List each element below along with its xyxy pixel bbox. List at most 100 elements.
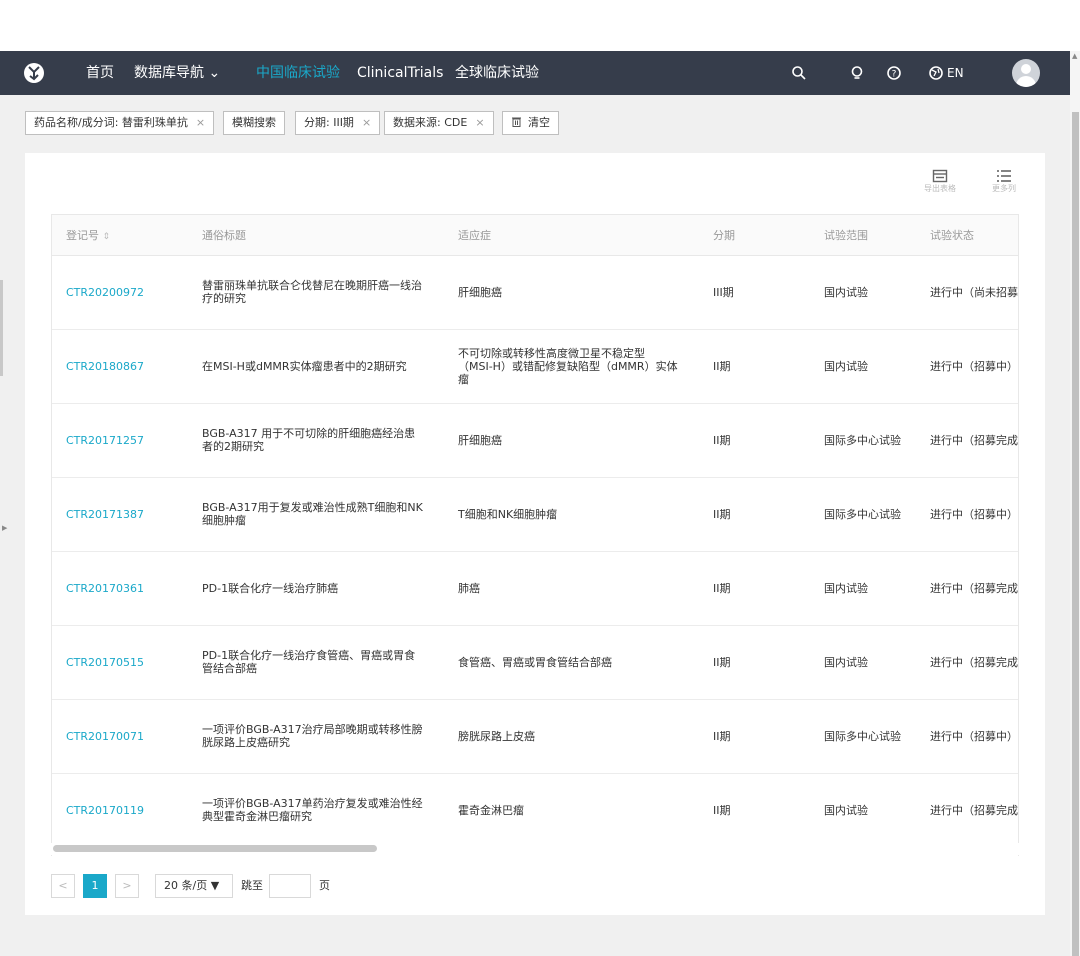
page-scrollbar-thumb[interactable] xyxy=(1072,112,1079,956)
trial-phase: II期 xyxy=(699,477,810,552)
side-panel-handle[interactable] xyxy=(0,280,3,376)
trial-title: 在MSI-H或dMMR实体瘤患者中的2期研究 xyxy=(188,329,444,404)
table-row[interactable]: CTR20170071 一项评价BGB-A317治疗局部晚期或转移性膀胱尿路上皮… xyxy=(52,699,1018,774)
trial-id-link[interactable]: CTR20170515 xyxy=(52,625,188,700)
table-header-row: 登记号 ⇕ 通俗标题 适应症 分期 试验范围 试验状态 xyxy=(52,215,1018,256)
expand-arrow-icon[interactable]: ▶ xyxy=(2,524,7,532)
table-row[interactable]: CTR20170361 PD-1联合化疗一线治疗肺癌 肺癌 II期 国内试验 进… xyxy=(52,551,1018,626)
table-horizontal-scrollbar[interactable] xyxy=(51,843,1019,855)
nav-clinicaltrials[interactable]: ClinicalTrials xyxy=(357,64,443,82)
remove-filter-icon[interactable]: × xyxy=(196,116,205,129)
fuzzy-search-chip[interactable]: 模糊搜索 xyxy=(223,111,285,135)
trial-title: PD-1联合化疗一线治疗食管癌、胃癌或胃食管结合部癌 xyxy=(188,625,444,700)
trial-scope: 国内试验 xyxy=(810,255,916,330)
trial-id-link[interactable]: CTR20170361 xyxy=(52,551,188,626)
clear-label: 清空 xyxy=(528,116,550,129)
nav-database-guide[interactable]: 数据库导航 ⌄ xyxy=(134,64,220,82)
next-page-button[interactable]: > xyxy=(115,874,139,898)
trial-indication: 不可切除或转移性高度微卫星不稳定型（MSI-H）或错配修复缺陷型（dMMR）实体… xyxy=(444,329,699,404)
trial-title: 一项评价BGB-A317治疗局部晚期或转移性膀胱尿路上皮癌研究 xyxy=(188,699,444,774)
table-row[interactable]: CTR20170515 PD-1联合化疗一线治疗食管癌、胃癌或胃食管结合部癌 食… xyxy=(52,625,1018,700)
nav-global-trials[interactable]: 全球临床试验 xyxy=(455,64,539,82)
trial-indication: 肝细胞癌 xyxy=(444,403,699,478)
trial-title: BGB-A317用于复发或难治性成熟T细胞和NK细胞肿瘤 xyxy=(188,477,444,552)
trial-title: 一项评价BGB-A317单药治疗复发或难治性经典型霍奇金淋巴瘤研究 xyxy=(188,773,444,848)
remove-filter-icon[interactable]: × xyxy=(475,116,484,129)
trial-id-link[interactable]: CTR20171387 xyxy=(52,477,188,552)
trial-phase: III期 xyxy=(699,255,810,330)
trial-scope: 国际多中心试验 xyxy=(810,403,916,478)
lightbulb-icon[interactable] xyxy=(849,65,865,81)
filter-chip-label: 数据来源: CDE xyxy=(393,116,468,129)
table-row[interactable]: CTR20200972 替雷丽珠单抗联合仑伐替尼在晚期肝癌一线治疗的研究 肝细胞… xyxy=(52,255,1018,330)
filter-chip-label: 药品名称/成分词: 替雷利珠单抗 xyxy=(34,116,188,129)
trial-status: 进行中（招募完成） xyxy=(916,625,1018,700)
filter-chip-label: 分期: III期 xyxy=(304,116,354,129)
filter-chip-source[interactable]: 数据来源: CDE × xyxy=(384,111,494,135)
trial-phase: II期 xyxy=(699,773,810,848)
top-navbar: 首页 数据库导航 ⌄ 中国临床试验 ClinicalTrials 全球临床试验 … xyxy=(0,51,1070,95)
trial-scope: 国内试验 xyxy=(810,329,916,404)
trial-scope: 国内试验 xyxy=(810,625,916,700)
trial-status: 进行中（招募中） xyxy=(916,477,1018,552)
more-columns-button[interactable]: 更多列 xyxy=(987,169,1021,195)
clear-filters-button[interactable]: 清空 xyxy=(502,111,559,135)
globe-icon[interactable] xyxy=(928,65,944,81)
trial-id-link[interactable]: CTR20200972 xyxy=(52,255,188,330)
trial-id-link[interactable]: CTR20171257 xyxy=(52,403,188,478)
avatar[interactable] xyxy=(1012,59,1040,87)
language-toggle[interactable]: EN xyxy=(947,64,964,82)
scroll-up-arrow-icon[interactable]: ▲ xyxy=(1072,52,1077,60)
table-row[interactable]: CTR20171257 BGB-A317 用于不可切除的肝细胞癌经治患者的2期研… xyxy=(52,403,1018,478)
page-1-button[interactable]: 1 xyxy=(83,874,107,898)
column-header-id[interactable]: 登记号 ⇕ xyxy=(52,215,188,256)
trial-status: 进行中（招募完成） xyxy=(916,773,1018,848)
trial-status: 进行中（招募中） xyxy=(916,329,1018,404)
help-icon[interactable]: ? xyxy=(886,65,902,81)
jump-to-label: 跳至 xyxy=(241,879,263,892)
remove-filter-icon[interactable]: × xyxy=(362,116,371,129)
results-table-container: 登记号 ⇕ 通俗标题 适应症 分期 试验范围 试验状态 CTR20200972 … xyxy=(51,214,1019,856)
prev-page-button[interactable]: < xyxy=(51,874,75,898)
filter-chip-phase[interactable]: 分期: III期 × xyxy=(295,111,381,135)
trash-icon xyxy=(512,117,521,127)
table-row[interactable]: CTR20171387 BGB-A317用于复发或难治性成熟T细胞和NK细胞肿瘤… xyxy=(52,477,1018,552)
nav-home[interactable]: 首页 xyxy=(86,64,114,82)
export-table-button[interactable]: 导出表格 xyxy=(923,169,957,195)
trial-indication: 肝细胞癌 xyxy=(444,255,699,330)
trial-status: 进行中（招募完成） xyxy=(916,403,1018,478)
column-header-scope: 试验范围 xyxy=(810,215,916,256)
trial-indication: 膀胱尿路上皮癌 xyxy=(444,699,699,774)
table-scrollbar-thumb[interactable] xyxy=(53,845,377,852)
column-header-status: 试验状态 xyxy=(916,215,1018,256)
table-row[interactable]: CTR20170119 一项评价BGB-A317单药治疗复发或难治性经典型霍奇金… xyxy=(52,773,1018,848)
filter-chip-drug[interactable]: 药品名称/成分词: 替雷利珠单抗 × xyxy=(25,111,215,135)
trial-indication: T细胞和NK细胞肿瘤 xyxy=(444,477,699,552)
column-header-title: 通俗标题 xyxy=(188,215,444,256)
trial-scope: 国际多中心试验 xyxy=(810,477,916,552)
page-unit-label: 页 xyxy=(319,879,330,892)
results-card: 导出表格 更多列 登记号 ⇕ 通俗标题 适应症 分期 试验范围 试验状态 CTR… xyxy=(25,153,1045,915)
trial-id-link[interactable]: CTR20170119 xyxy=(52,773,188,848)
page-size-select[interactable]: 20 条/页 ▼ xyxy=(155,874,233,898)
trial-status: 进行中（尚未招募） xyxy=(916,255,1018,330)
trial-id-link[interactable]: CTR20180867 xyxy=(52,329,188,404)
logo-icon[interactable] xyxy=(22,61,46,85)
trial-indication: 肺癌 xyxy=(444,551,699,626)
trial-indication: 霍奇金淋巴瘤 xyxy=(444,773,699,848)
sort-icon[interactable]: ⇕ xyxy=(103,232,111,242)
search-icon[interactable] xyxy=(791,65,807,81)
export-label: 导出表格 xyxy=(924,184,956,193)
column-header-phase: 分期 xyxy=(699,215,810,256)
trial-title: 替雷丽珠单抗联合仑伐替尼在晚期肝癌一线治疗的研究 xyxy=(188,255,444,330)
list-icon xyxy=(997,170,1011,182)
trial-phase: II期 xyxy=(699,625,810,700)
column-header-indication: 适应症 xyxy=(444,215,699,256)
trial-id-link[interactable]: CTR20170071 xyxy=(52,699,188,774)
jump-page-input[interactable] xyxy=(269,874,311,898)
trial-status: 进行中（招募完成） xyxy=(916,551,1018,626)
table-row[interactable]: CTR20180867 在MSI-H或dMMR实体瘤患者中的2期研究 不可切除或… xyxy=(52,329,1018,404)
trial-title: PD-1联合化疗一线治疗肺癌 xyxy=(188,551,444,626)
nav-china-trials[interactable]: 中国临床试验 xyxy=(256,64,340,82)
trial-phase: II期 xyxy=(699,551,810,626)
